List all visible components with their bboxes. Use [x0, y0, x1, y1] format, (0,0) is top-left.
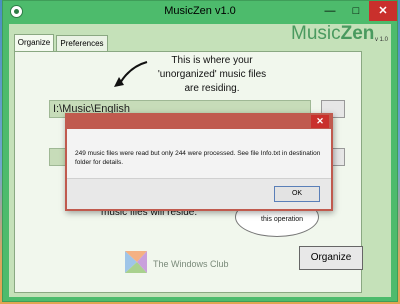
- dialog-message: 249 music files were read but only 244 w…: [75, 150, 321, 166]
- tab-preferences[interactable]: Preferences: [56, 35, 108, 51]
- ok-button[interactable]: OK: [274, 186, 320, 202]
- brand-logo-text: MusicZen: [291, 23, 374, 45]
- dialog-close-button[interactable]: ✕: [311, 115, 329, 128]
- message-dialog: ✕ 249 music files were read but only 244…: [65, 113, 333, 211]
- brand-zen: Zen: [340, 23, 375, 44]
- watermark-text: The Windows Club: [153, 259, 229, 269]
- title-bar[interactable]: MusicZen v1.0 — □ ✕: [3, 1, 397, 23]
- brand-version: v 1.0: [375, 37, 389, 43]
- dialog-title-bar[interactable]: ✕: [67, 115, 331, 129]
- close-button[interactable]: ✕: [369, 1, 397, 21]
- arrow-down-left-icon: [114, 61, 148, 87]
- organize-button[interactable]: Organize: [299, 246, 363, 270]
- maximize-button[interactable]: □: [343, 1, 369, 21]
- brand-music: Music: [291, 23, 341, 44]
- main-window: MusicZen v1.0 — □ ✕ Organize Preferences…: [2, 0, 398, 302]
- windows-club-logo-icon: [125, 251, 147, 273]
- minimize-button[interactable]: —: [317, 1, 343, 21]
- tab-organize[interactable]: Organize: [14, 34, 54, 51]
- dialog-footer: OK: [67, 178, 331, 209]
- speech-bubble-text: this operation: [261, 216, 304, 223]
- source-hint-text: This is where your 'unorganized' music f…: [157, 55, 267, 94]
